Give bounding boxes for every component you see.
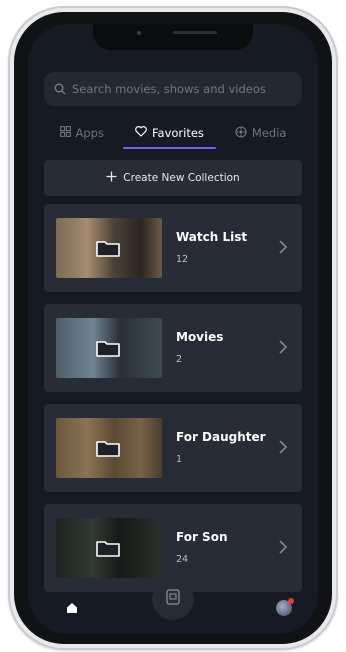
folder-icon	[96, 239, 120, 257]
tv-icon	[166, 589, 180, 609]
collection-title: Movies	[176, 330, 224, 344]
phone-bezel: Search movies, shows and videos Apps Fav…	[14, 12, 332, 644]
search-icon	[54, 80, 66, 99]
folder-icon	[96, 439, 120, 457]
camera-dot	[137, 31, 141, 35]
speaker-grille	[173, 31, 217, 34]
tab-favorites[interactable]: Favorites	[122, 120, 216, 149]
chevron-right-icon	[278, 339, 288, 359]
collection-title: Watch List	[176, 230, 248, 244]
collection-thumbnail	[56, 418, 162, 478]
collection-count: 24	[176, 554, 189, 565]
folder-icon	[96, 539, 120, 557]
tab-media[interactable]: Media	[229, 120, 293, 147]
chevron-right-icon	[278, 439, 288, 459]
collection-card-watch-list[interactable]: Watch List 12	[44, 204, 302, 292]
tab-favorites-label: Favorites	[151, 126, 204, 140]
collection-thumbnail	[56, 518, 162, 578]
phone-frame: Search movies, shows and videos Apps Fav…	[8, 6, 338, 650]
collection-card-for-daughter[interactable]: For Daughter 1	[44, 404, 302, 492]
create-collection-label: Create New Collection	[123, 172, 240, 184]
folder-icon	[96, 339, 120, 357]
tab-apps-label: Apps	[75, 126, 104, 140]
collection-count: 12	[176, 254, 189, 265]
heart-icon	[135, 126, 147, 140]
collection-card-movies[interactable]: Movies 2	[44, 304, 302, 392]
tab-bar: Apps Favorites Media	[44, 116, 302, 150]
bottom-nav	[28, 578, 318, 634]
tab-media-label: Media	[251, 126, 287, 140]
media-icon	[235, 125, 247, 141]
collection-title: For Son	[176, 530, 228, 544]
grid-icon	[59, 126, 71, 140]
search-input[interactable]: Search movies, shows and videos	[44, 72, 302, 106]
tab-apps[interactable]: Apps	[54, 120, 110, 146]
collection-thumbnail	[56, 218, 162, 278]
app-screen: Search movies, shows and videos Apps Fav…	[28, 24, 318, 634]
collection-thumbnail	[56, 318, 162, 378]
chevron-right-icon	[278, 539, 288, 559]
collection-count: 2	[176, 354, 183, 365]
collection-count: 1	[176, 454, 183, 465]
chevron-right-icon	[278, 239, 288, 259]
notch	[93, 24, 253, 50]
plus-icon	[106, 171, 117, 185]
create-collection-button[interactable]: Create New Collection	[44, 160, 302, 196]
tv-button[interactable]	[152, 578, 194, 620]
search-placeholder: Search movies, shows and videos	[72, 82, 266, 96]
collection-title: For Daughter	[176, 430, 266, 444]
avatar[interactable]	[276, 598, 294, 616]
home-icon[interactable]	[66, 599, 78, 618]
